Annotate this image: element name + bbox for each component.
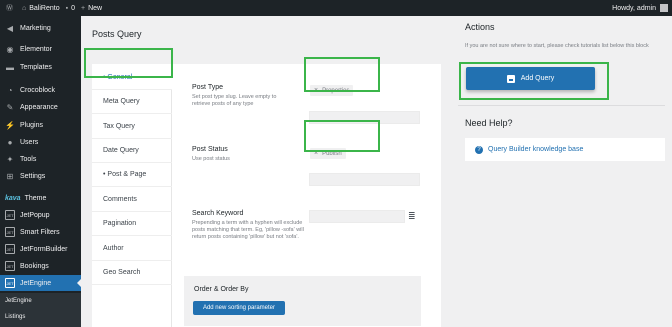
sidebar-item-appearance[interactable]: ✎ Appearance <box>0 99 81 115</box>
jet-icon: JET <box>5 227 15 237</box>
page-title: Posts Query <box>92 29 142 39</box>
actions-title: Actions <box>465 22 495 32</box>
post-status-description: Use post status <box>192 156 230 162</box>
users-icon: ● <box>7 137 13 147</box>
megaphone-icon: ◀ <box>6 23 14 33</box>
settings-panel: Post Type Set post type slug. Leave empt… <box>172 64 441 327</box>
jet-icon: JET <box>5 278 15 288</box>
sidebar-item-elementor[interactable]: ◉ Elementor <box>0 41 81 57</box>
tab-general[interactable]: • General <box>92 66 172 90</box>
sidebar-item-settings[interactable]: ⊞ Settings <box>0 168 81 184</box>
sidebar-item-smart-filters[interactable]: JET Smart Filters <box>0 224 81 240</box>
avatar[interactable] <box>660 4 668 12</box>
account-menu[interactable]: Howdy, admin <box>612 5 656 12</box>
actions-description: If you are not sure where to start, plea… <box>465 43 649 49</box>
jet-icon: JET <box>5 244 15 254</box>
remove-icon[interactable]: × <box>314 150 318 157</box>
tab-meta-query[interactable]: Meta Query <box>92 90 172 114</box>
help-link[interactable]: Query Builder knowledge base <box>488 146 583 153</box>
help-title: Need Help? <box>465 118 513 128</box>
search-keyword-input[interactable] <box>309 210 405 223</box>
search-keyword-description: Prepending a term with a hyphen will exc… <box>192 220 304 240</box>
right-column: Actions If you are not sure where to sta… <box>453 16 672 327</box>
tab-comments[interactable]: Comments <box>92 188 172 212</box>
site-name-link[interactable]: ⌂ BaliRento <box>22 5 60 12</box>
tab-author[interactable]: Author <box>92 237 172 261</box>
jetengine-submenu: JetEngine Listings <box>0 293 81 327</box>
crocoblock-icon: ◔ <box>7 85 13 95</box>
tab-date-query[interactable]: Date Query <box>92 139 172 163</box>
submenu-item-jetengine[interactable]: JetEngine <box>5 298 32 304</box>
sidebar-item-theme[interactable]: kava Theme <box>0 190 81 206</box>
sidebar-item-users[interactable]: ● Users <box>0 134 81 150</box>
home-icon: ⌂ <box>22 4 27 12</box>
jet-icon: JET <box>5 261 15 271</box>
wrench-icon: ✦ <box>6 154 14 164</box>
plus-icon: + <box>80 4 86 12</box>
help-link-card[interactable]: ? Query Builder knowledge base <box>465 138 665 161</box>
new-content-link[interactable]: + New <box>81 5 102 12</box>
order-label: Order & Order By <box>194 286 249 293</box>
wordpress-logo-icon[interactable]: Ⓦ <box>6 3 16 13</box>
settings-icon: ⊞ <box>6 171 14 181</box>
sidebar-item-tools[interactable]: ✦ Tools <box>0 151 81 167</box>
submenu-item-listings[interactable]: Listings <box>5 314 25 320</box>
divider <box>458 105 665 106</box>
jet-icon: JET <box>5 210 15 220</box>
add-sorting-parameter-button[interactable]: Add new sorting parameter <box>193 301 285 315</box>
tab-tax-query[interactable]: Tax Query <box>92 115 172 139</box>
tab-pagination[interactable]: Pagination <box>92 212 172 236</box>
settings-tabs: • General Meta Query Tax Query Date Quer… <box>92 64 172 327</box>
order-section: Order & Order By Add new sorting paramet… <box>184 276 421 326</box>
database-icon[interactable]: ≣ <box>408 211 416 222</box>
add-query-button[interactable]: Add Query <box>466 67 595 90</box>
sidebar-item-jetpopup[interactable]: JET JetPopup <box>0 207 81 223</box>
admin-sidebar: ◀ Marketing ◉ Elementor ▬ Templates ◔ Crocob… <box>0 16 81 327</box>
kava-logo: kava <box>5 194 21 202</box>
post-status-label: Post Status <box>192 146 228 153</box>
sidebar-item-crocoblock[interactable]: ◔ Crocoblock <box>0 82 81 98</box>
save-icon <box>506 74 515 83</box>
post-type-description: Set post type slug. Leave empty to retri… <box>192 94 277 107</box>
search-keyword-label: Search Keyword <box>192 210 244 217</box>
elementor-icon: ◉ <box>6 44 14 54</box>
tab-post-page[interactable]: • Post & Page <box>92 163 172 187</box>
comments-link[interactable]: ▪ 0 <box>66 5 75 12</box>
remove-icon[interactable]: × <box>314 87 318 94</box>
sidebar-item-plugins[interactable]: ⚡ Plugins <box>0 117 81 133</box>
admin-bar: Ⓦ ⌂ BaliRento ▪ 0 + New Howdy, admin <box>0 0 672 16</box>
comment-icon: ▪ <box>65 4 69 12</box>
sidebar-item-marketing[interactable]: ◀ Marketing <box>0 20 81 36</box>
main-content: Posts Query • General Meta Query Tax Que… <box>81 16 441 327</box>
sidebar-item-jetformbuilder[interactable]: JET JetFormBuilder <box>0 241 81 257</box>
post-type-chip[interactable]: × Properties <box>310 85 354 96</box>
sidebar-item-jetengine[interactable]: JET JetEngine <box>0 275 81 291</box>
post-status-chip[interactable]: × Publish <box>310 148 346 159</box>
post-type-select[interactable] <box>309 111 420 124</box>
question-icon: ? <box>475 145 483 154</box>
tab-geo-search[interactable]: Geo Search <box>92 261 172 285</box>
brush-icon: ✎ <box>6 102 14 112</box>
post-status-select[interactable] <box>309 173 420 186</box>
sidebar-item-templates[interactable]: ▬ Templates <box>0 59 81 75</box>
post-type-label: Post Type <box>192 84 224 91</box>
plugin-icon: ⚡ <box>5 120 15 130</box>
sidebar-item-bookings[interactable]: JET Bookings <box>0 258 81 274</box>
folder-icon: ▬ <box>6 62 14 72</box>
